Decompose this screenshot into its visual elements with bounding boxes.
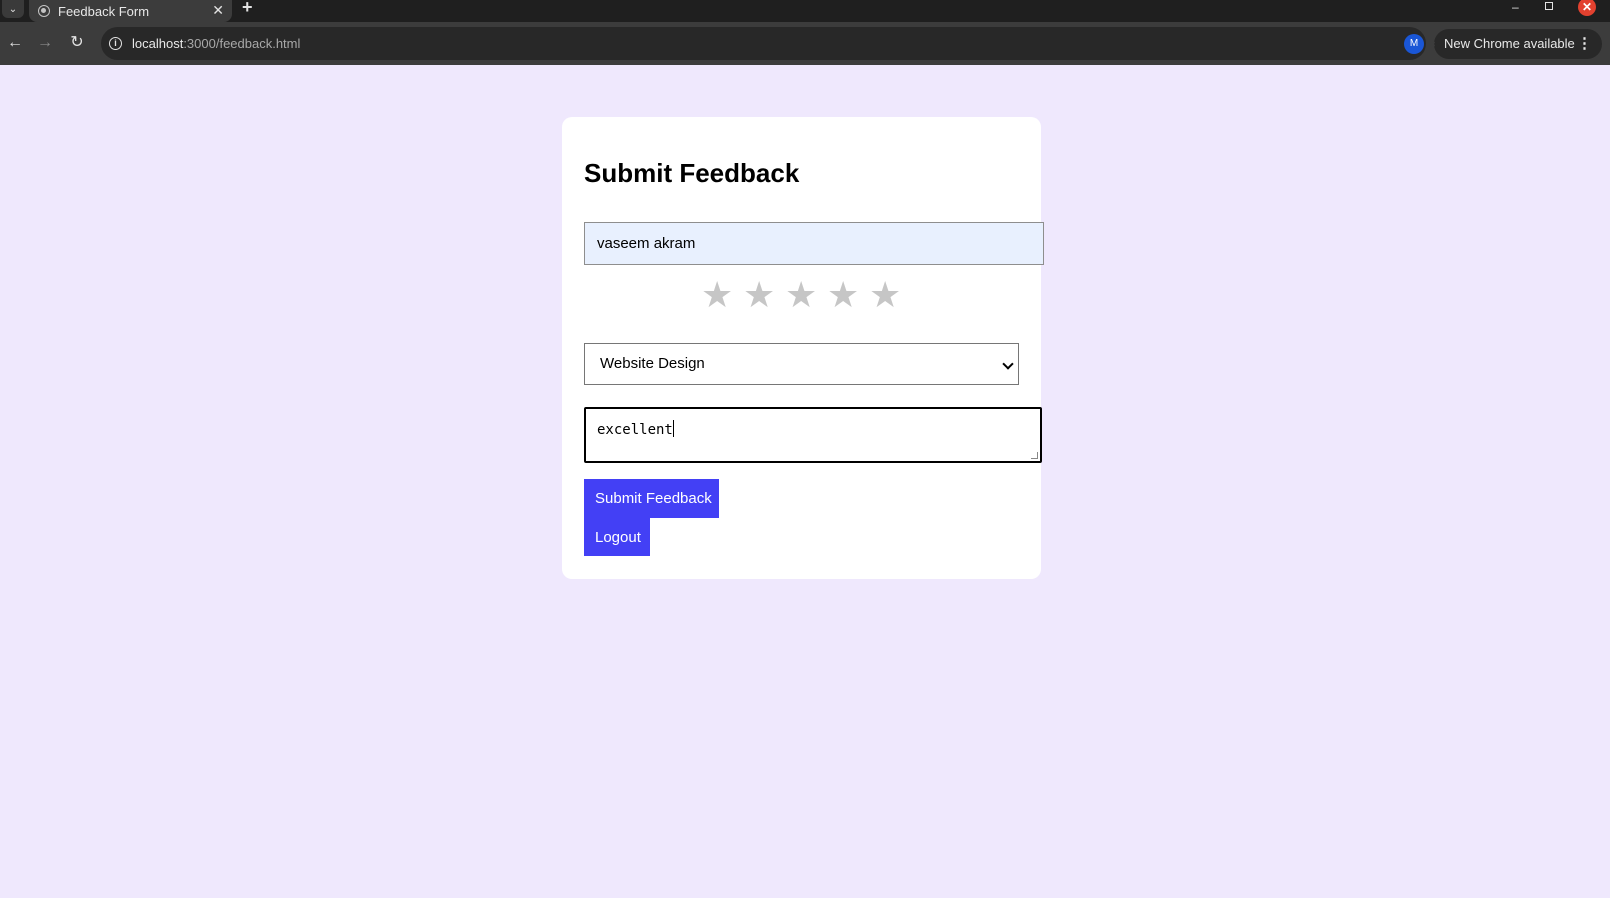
tab-search-button[interactable]: ⌄ [2, 0, 24, 18]
tab-close-icon[interactable]: ✕ [212, 3, 224, 17]
chrome-update-button[interactable]: New Chrome available ⋮ [1434, 29, 1602, 59]
submit-feedback-button[interactable]: Submit Feedback [584, 479, 719, 518]
update-label: New Chrome available [1444, 36, 1575, 51]
new-tab-button[interactable]: + [242, 0, 253, 16]
window-close-button[interactable]: ✕ [1578, 0, 1596, 16]
rating-star-2-icon[interactable]: ★ [743, 275, 775, 315]
url-path: :3000/feedback.html [183, 36, 301, 51]
browser-toolbar: ← → ↻ i localhost:3000/feedback.html ☆ M… [0, 22, 1610, 65]
globe-icon [38, 5, 50, 17]
restore-button[interactable] [1545, 2, 1553, 10]
tab-feedback-form[interactable]: Feedback Form ✕ [29, 0, 232, 22]
comment-text: excellent [597, 422, 673, 438]
rating-star-1-icon[interactable]: ★ [701, 275, 733, 315]
profile-avatar[interactable]: M [1404, 34, 1424, 54]
star-rating: ★ ★ ★ ★ ★ [701, 275, 901, 315]
back-arrow-icon[interactable]: ← [5, 33, 25, 53]
chevron-down-icon [1002, 358, 1014, 370]
url-text[interactable]: localhost:3000/feedback.html [132, 36, 300, 51]
logout-button[interactable]: Logout [584, 518, 650, 556]
text-caret [672, 420, 674, 437]
rating-star-3-icon[interactable]: ★ [785, 275, 817, 315]
site-info-icon[interactable]: i [109, 37, 122, 50]
name-input[interactable] [584, 222, 1044, 265]
resize-grip-icon[interactable] [1031, 452, 1038, 459]
tab-strip: ⌄ Feedback Form ✕ + – ✕ [0, 0, 1610, 22]
address-bar[interactable]: i localhost:3000/feedback.html ☆ [101, 27, 1476, 60]
tab-title: Feedback Form [58, 3, 150, 19]
url-host: localhost [132, 36, 184, 51]
reload-icon[interactable]: ↻ [67, 33, 87, 53]
rating-star-5-icon[interactable]: ★ [869, 275, 901, 315]
category-selected-value: Website Design [600, 355, 705, 372]
rating-star-4-icon[interactable]: ★ [827, 275, 859, 315]
forward-arrow-icon[interactable]: → [35, 33, 55, 53]
minimize-button[interactable]: – [1512, 0, 1519, 14]
comment-textarea[interactable]: excellent [584, 407, 1042, 463]
page-title: Submit Feedback [584, 158, 800, 188]
feedback-card: Submit Feedback ★ ★ ★ ★ ★ Website Design… [562, 117, 1044, 579]
category-select[interactable]: Website Design [584, 343, 1019, 385]
menu-kebab-icon: ⋮ [1577, 35, 1592, 52]
